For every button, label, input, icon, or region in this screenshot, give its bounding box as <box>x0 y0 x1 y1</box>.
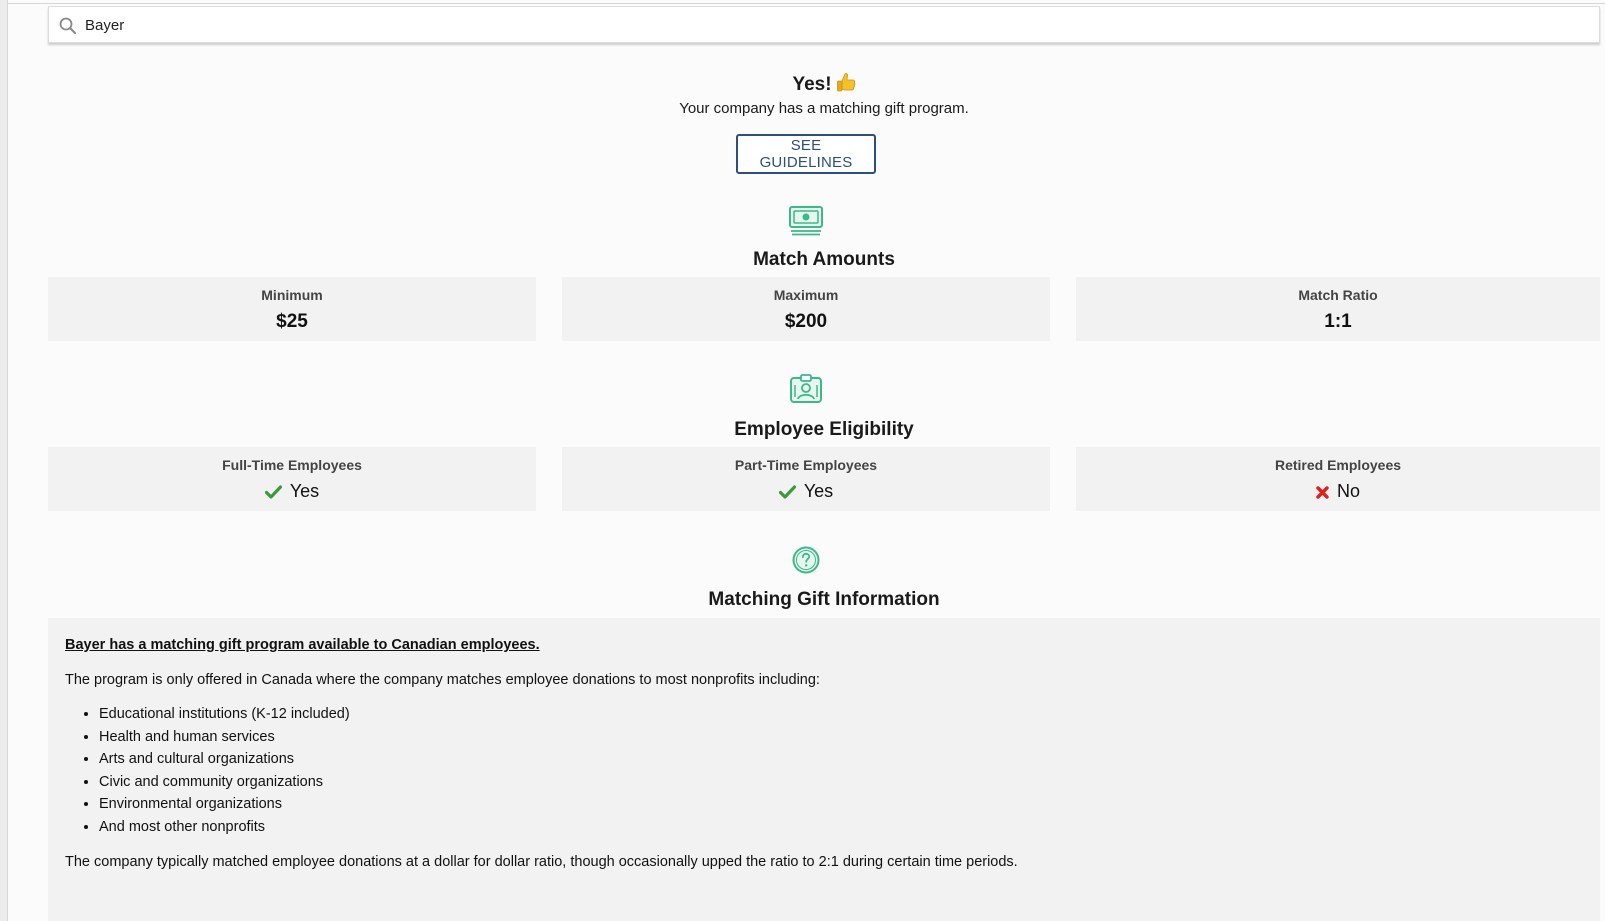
cross-icon <box>1316 486 1329 499</box>
nonprofit-type-list: Educational institutions (K-12 included)… <box>65 706 1583 836</box>
part-time-status-text: Yes <box>803 481 834 501</box>
employee-badge-icon <box>790 374 822 403</box>
minimum-value: $25 <box>276 311 308 332</box>
full-time-value: Yes <box>48 481 536 502</box>
minimum-label: Minimum <box>261 287 323 303</box>
part-time-card: Part-Time Employees Yes <box>562 447 1050 511</box>
list-item: Educational institutions (K-12 included) <box>99 706 1583 724</box>
retired-status-text: No <box>1336 481 1360 501</box>
employee-eligibility-title: Employee Eligibility <box>734 419 914 440</box>
list-item: Civic and community organizations <box>99 774 1583 792</box>
match-ratio-card: Match Ratio 1:1 <box>1076 277 1600 341</box>
minimum-card: Minimum $25 <box>48 277 536 341</box>
match-amounts-title: Match Amounts <box>753 249 895 270</box>
info-intro: The program is only offered in Canada wh… <box>65 672 820 688</box>
search-input[interactable] <box>83 11 1567 40</box>
match-ratio-label: Match Ratio <box>1298 287 1378 303</box>
list-item: Health and human services <box>99 729 1583 747</box>
search-bar[interactable] <box>48 6 1600 43</box>
search-icon <box>59 17 76 34</box>
matching-gift-info-title: Matching Gift Information <box>708 589 940 610</box>
part-time-label: Part-Time Employees <box>734 457 878 473</box>
headline-text: Yes! <box>792 74 832 95</box>
see-guidelines-button[interactable]: SEE GUIDELINES <box>736 134 876 174</box>
full-time-card: Full-Time Employees Yes <box>48 447 536 511</box>
thumbs-up-icon <box>836 73 855 92</box>
full-time-status-text: Yes <box>289 481 320 501</box>
top-divider <box>8 3 1605 4</box>
retired-value: No <box>1076 481 1600 502</box>
list-item: Environmental organizations <box>99 796 1583 814</box>
left-scroll-rail <box>0 0 8 921</box>
maximum-label: Maximum <box>773 287 839 303</box>
match-ratio-value: 1:1 <box>1324 311 1352 332</box>
list-item: And most other nonprofits <box>99 819 1583 837</box>
info-heading: Bayer has a matching gift program availa… <box>65 637 540 653</box>
list-item: Arts and cultural organizations <box>99 751 1583 769</box>
result-headline: Yes! <box>48 72 1600 96</box>
result-subline: Your company has a matching gift program… <box>679 100 969 117</box>
maximum-value: $200 <box>784 311 828 332</box>
info-ratio-note: The company typically matched employee d… <box>65 854 1018 870</box>
matching-gift-info-box: Bayer has a matching gift program availa… <box>48 618 1600 921</box>
maximum-card: Maximum $200 <box>562 277 1050 341</box>
retired-label: Retired Employees <box>1274 457 1402 473</box>
question-circle-icon <box>792 546 820 574</box>
full-time-label: Full-Time Employees <box>222 457 362 473</box>
check-icon <box>264 485 282 499</box>
retired-card: Retired Employees No <box>1076 447 1600 511</box>
money-icon <box>789 206 823 236</box>
check-icon <box>778 485 796 499</box>
part-time-value: Yes <box>562 481 1050 502</box>
